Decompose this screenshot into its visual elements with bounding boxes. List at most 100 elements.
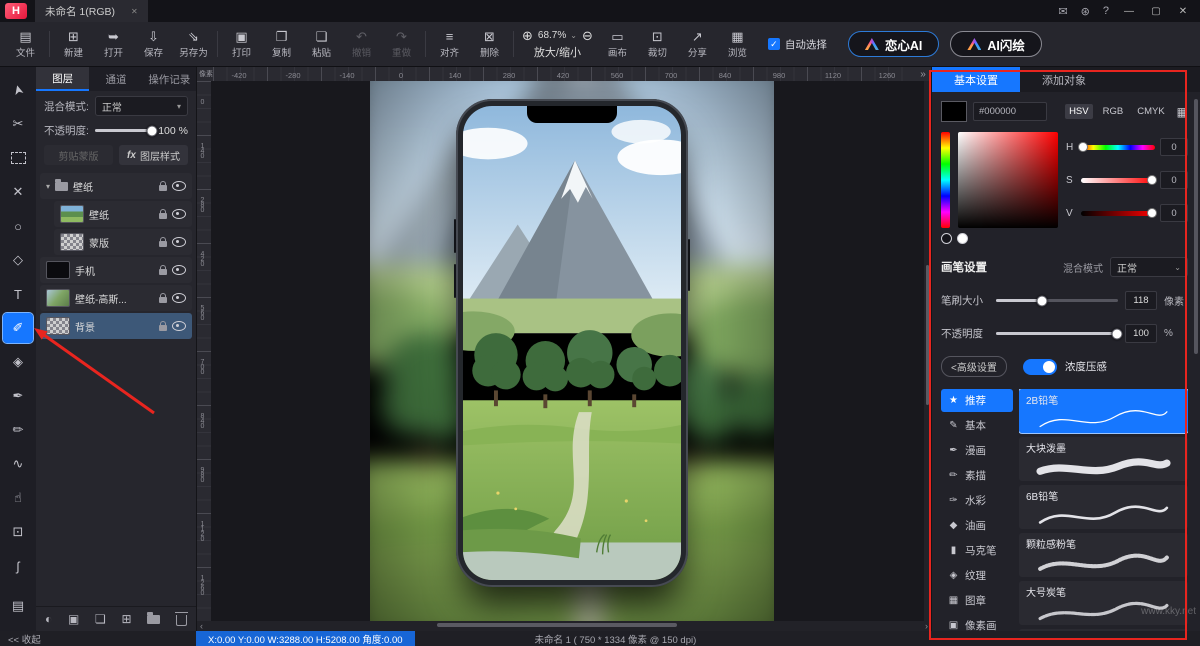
hand-tool[interactable]: ☝ [3, 483, 33, 513]
background-color-dot[interactable] [957, 233, 968, 244]
auto-select-toggle[interactable]: ✓ 自动选择 [768, 37, 827, 52]
shape-tool[interactable]: ◇ [3, 245, 33, 275]
visibility-eye-icon[interactable] [172, 181, 186, 191]
lock-icon[interactable] [159, 325, 167, 331]
tab-layers[interactable]: 图层 [36, 67, 89, 91]
category-oil[interactable]: ◆油画 [941, 514, 1013, 537]
marquee-select-tool[interactable] [3, 143, 33, 173]
window-close-button[interactable]: ✕ [1176, 6, 1190, 17]
brush-preset[interactable]: 柳叶笔 [1019, 629, 1188, 631]
transform-tool[interactable]: ✕ [3, 177, 33, 207]
saturation-value-box[interactable] [958, 132, 1058, 228]
canvas-viewport[interactable] [211, 81, 931, 621]
category-marker[interactable]: ▮马克笔 [941, 539, 1013, 562]
brush-preset[interactable]: 颗粒感粉笔 [1019, 533, 1188, 577]
palette-grid-icon[interactable]: ▦ [1177, 105, 1188, 119]
open-button[interactable]: ➥打开 [94, 29, 133, 59]
category-recommended[interactable]: ★推荐 [941, 389, 1013, 412]
hsv-mode-button[interactable]: HSV [1065, 104, 1093, 119]
mask-icon[interactable]: ▣ [68, 612, 79, 626]
visibility-eye-icon[interactable] [172, 293, 186, 303]
share-button[interactable]: ↗分享 [678, 29, 717, 59]
print-button[interactable]: ▣打印 [222, 29, 261, 59]
file-menu[interactable]: ▤ 文件 [6, 29, 45, 59]
visibility-eye-icon[interactable] [172, 237, 186, 247]
lock-icon[interactable] [159, 241, 167, 247]
slider-thumb[interactable] [1037, 295, 1048, 306]
value-slider[interactable] [1081, 211, 1155, 216]
stamp-tool[interactable]: ✒ [3, 381, 33, 411]
phone-mockup[interactable] [456, 99, 688, 587]
category-basic[interactable]: ✎基本 [941, 414, 1013, 437]
hex-color-input[interactable] [973, 102, 1047, 121]
layer-row[interactable]: 手机 [40, 257, 192, 283]
brush-opacity-value[interactable]: 100 [1125, 324, 1157, 343]
browse-button[interactable]: ▦浏览 [718, 29, 757, 59]
lock-icon[interactable] [159, 297, 167, 303]
duplicate-layer-icon[interactable]: ❏ [95, 612, 106, 626]
caret-down-icon[interactable]: ▾ [46, 182, 50, 191]
visibility-eye-icon[interactable] [172, 321, 186, 331]
move-tool[interactable]: ➤ [3, 75, 33, 105]
tab-history[interactable]: 操作记录 [143, 67, 196, 91]
document-tab[interactable]: 未命名 1(RGB) ✕ [35, 0, 148, 22]
cut-tool[interactable]: ✂ [3, 109, 33, 139]
delete-button[interactable]: ⊠删除 [470, 29, 509, 59]
tab-basic-settings[interactable]: 基本设置 [932, 67, 1020, 92]
crop-button[interactable]: ⊡裁切 [638, 29, 677, 59]
artboard[interactable] [370, 81, 774, 621]
value-value[interactable]: 0 [1160, 204, 1188, 222]
rgb-mode-button[interactable]: RGB [1099, 104, 1128, 119]
lock-icon[interactable] [159, 213, 167, 219]
foreground-color-dot[interactable] [941, 233, 952, 244]
pressure-toggle[interactable] [1023, 359, 1057, 375]
lasso-tool[interactable]: ○ [3, 211, 33, 241]
slider-thumb[interactable] [1147, 175, 1157, 185]
brush-size-slider[interactable] [996, 299, 1118, 302]
scrollbar-thumb[interactable] [437, 623, 677, 627]
hue-strip[interactable] [941, 132, 950, 228]
pencil-tool[interactable]: ✏ [3, 415, 33, 445]
vertical-scrollbar[interactable] [924, 81, 931, 621]
hue-slider[interactable] [1081, 145, 1155, 150]
redo-button[interactable]: ↷重做 [382, 29, 421, 59]
layer-row[interactable]: 蒙版 [54, 229, 192, 255]
clipping-mask-button[interactable]: 剪贴蒙版 [44, 145, 113, 165]
adjustment-icon[interactable]: ◐ [45, 612, 52, 626]
category-texture[interactable]: ◈纹理 [941, 564, 1013, 587]
brush-size-value[interactable]: 118 [1125, 291, 1157, 310]
brush-blend-mode-select[interactable]: 正常 ⌄ [1110, 257, 1188, 277]
scroll-right-arrow-icon[interactable]: › [925, 621, 928, 631]
zoom-level-dropdown[interactable]: 68.7% ⌄ [538, 30, 577, 41]
horizontal-scrollbar[interactable]: ‹ › [197, 621, 931, 631]
saturation-slider[interactable] [1081, 178, 1155, 183]
tab-close-icon[interactable]: ✕ [131, 7, 138, 16]
category-comic[interactable]: ✒漫画 [941, 439, 1013, 462]
panel-scrollbar-thumb[interactable] [1194, 99, 1198, 354]
save-button[interactable]: ⇩保存 [134, 29, 173, 59]
curve-tool[interactable]: ∿ [3, 449, 33, 479]
hue-value[interactable]: 0 [1160, 138, 1188, 156]
brush-preset[interactable]: 大号炭笔 [1019, 581, 1188, 625]
layer-row-selected[interactable]: 背景 [40, 313, 192, 339]
brush-opacity-slider[interactable] [996, 332, 1118, 335]
layer-style-button[interactable]: fx 图层样式 [119, 145, 188, 165]
smudge-tool[interactable]: ʃ [3, 551, 33, 581]
layer-row[interactable]: 壁纸-高斯... [40, 285, 192, 311]
lock-icon[interactable] [159, 269, 167, 275]
new-button[interactable]: ⊞新建 [54, 29, 93, 59]
scrollbar-thumb[interactable] [926, 265, 929, 405]
layer-group-row[interactable]: ▾ 壁纸 [40, 173, 192, 199]
tab-channels[interactable]: 通道 [89, 67, 142, 91]
slider-thumb[interactable] [1078, 142, 1088, 152]
window-minimize-button[interactable]: — [1122, 6, 1136, 17]
brush-preset[interactable]: 大块泼墨 [1019, 437, 1188, 481]
zoom-in-icon[interactable]: ⊕ [522, 28, 533, 43]
slider-thumb[interactable] [1147, 208, 1157, 218]
opacity-slider[interactable] [95, 129, 152, 132]
layers-tool[interactable]: ▤ [3, 591, 33, 621]
lock-icon[interactable] [159, 185, 167, 191]
slider-thumb[interactable] [1111, 328, 1122, 339]
new-layer-icon[interactable]: ⊞ [121, 612, 131, 626]
panel-expand-toggle[interactable]: » [915, 67, 931, 81]
